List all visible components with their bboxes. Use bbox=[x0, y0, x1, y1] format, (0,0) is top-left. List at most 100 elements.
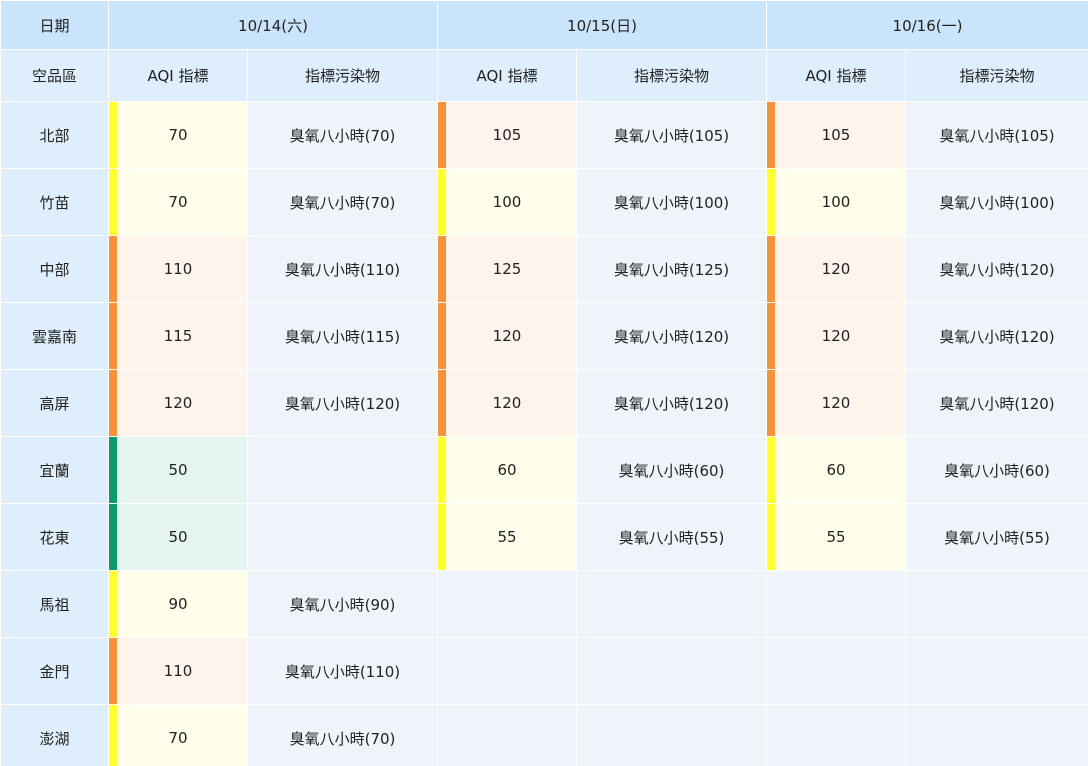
aqi-value-cell: 120 bbox=[766, 302, 906, 370]
aqi-value-cell: 120 bbox=[766, 369, 906, 437]
aqi-level-bar bbox=[438, 102, 446, 168]
date-header-row: 日期 10/14(六) 10/15(日) 10/16(一) bbox=[0, 0, 1088, 50]
aqi-value-cell: 110 bbox=[108, 637, 248, 705]
pollutant-cell bbox=[247, 436, 438, 504]
pollutant-cell: 臭氧八小時(120) bbox=[905, 235, 1088, 303]
aqi-value: 100 bbox=[492, 193, 522, 211]
aqi-level-bar bbox=[109, 437, 117, 503]
aqi-value: 50 bbox=[168, 528, 188, 546]
aqi-value-cell: 120 bbox=[437, 302, 577, 370]
empty-cell bbox=[905, 637, 1088, 705]
aqi-level-bar bbox=[109, 370, 117, 436]
table-row: 竹苗 70 臭氧八小時(70) 100 臭氧八小時(100) 100 臭氧八小時(100) bbox=[0, 168, 1088, 236]
aqi-value: 120 bbox=[163, 394, 193, 412]
aqi-level-bar bbox=[438, 236, 446, 302]
aqi-level-bar bbox=[767, 236, 775, 302]
aqi-level-bar bbox=[109, 571, 117, 637]
aqi-value: 90 bbox=[168, 595, 188, 613]
region-name: 花東 bbox=[0, 503, 109, 571]
aqi-value-cell: 105 bbox=[766, 101, 906, 169]
pollutant-cell: 臭氧八小時(120) bbox=[905, 302, 1088, 370]
region-name: 澎湖 bbox=[0, 704, 109, 766]
pollutant-cell: 臭氧八小時(120) bbox=[247, 369, 438, 437]
pollutant-cell: 臭氧八小時(70) bbox=[247, 101, 438, 169]
column-header-row: 空品區 AQI 指標 指標污染物 AQI 指標 指標污染物 AQI 指標 指標污… bbox=[0, 49, 1088, 102]
region-name: 北部 bbox=[0, 101, 109, 169]
aqi-value-cell: 120 bbox=[766, 235, 906, 303]
region-label: 空品區 bbox=[0, 49, 109, 102]
aqi-value: 70 bbox=[168, 193, 188, 211]
pollutant-cell: 臭氧八小時(105) bbox=[905, 101, 1088, 169]
aqi-value: 70 bbox=[168, 729, 188, 747]
aqi-value-cell: 55 bbox=[437, 503, 577, 571]
aqi-level-bar bbox=[767, 102, 775, 168]
aqi-level-bar bbox=[109, 102, 117, 168]
empty-cell bbox=[576, 637, 767, 705]
pollutant-cell: 臭氧八小時(100) bbox=[576, 168, 767, 236]
aqi-level-bar bbox=[767, 169, 775, 235]
pollutant-cell: 臭氧八小時(70) bbox=[247, 168, 438, 236]
aqi-value: 70 bbox=[168, 126, 188, 144]
pollutant-cell: 臭氧八小時(120) bbox=[576, 302, 767, 370]
pollutant-cell: 臭氧八小時(125) bbox=[576, 235, 767, 303]
aqi-value-cell: 70 bbox=[108, 168, 248, 236]
aqi-value-cell: 120 bbox=[437, 369, 577, 437]
table-row: 馬祖 90 臭氧八小時(90) bbox=[0, 570, 1088, 638]
pollutant-cell: 臭氧八小時(60) bbox=[576, 436, 767, 504]
aqi-level-bar bbox=[109, 638, 117, 704]
aqi-value: 105 bbox=[821, 126, 851, 144]
aqi-forecast-table: 日期 10/14(六) 10/15(日) 10/16(一) 空品區 AQI 指標… bbox=[0, 0, 1088, 766]
aqi-value-cell: 70 bbox=[108, 704, 248, 766]
aqi-value-cell: 50 bbox=[108, 503, 248, 571]
pollutant-cell: 臭氧八小時(100) bbox=[905, 168, 1088, 236]
aqi-value: 120 bbox=[821, 260, 851, 278]
pollutant-header-day3: 指標污染物 bbox=[905, 49, 1088, 102]
aqi-value-cell: 90 bbox=[108, 570, 248, 638]
region-name: 中部 bbox=[0, 235, 109, 303]
aqi-value: 120 bbox=[492, 327, 522, 345]
pollutant-cell: 臭氧八小時(70) bbox=[247, 704, 438, 766]
aqi-value: 120 bbox=[821, 327, 851, 345]
aqi-value: 115 bbox=[163, 327, 193, 345]
aqi-level-bar bbox=[438, 303, 446, 369]
aqi-value-cell: 110 bbox=[108, 235, 248, 303]
aqi-level-bar bbox=[767, 370, 775, 436]
aqi-level-bar bbox=[109, 236, 117, 302]
empty-cell bbox=[576, 704, 767, 766]
aqi-level-bar bbox=[109, 504, 117, 570]
pollutant-header-day2: 指標污染物 bbox=[576, 49, 767, 102]
pollutant-header-day1: 指標污染物 bbox=[247, 49, 438, 102]
aqi-value-cell: 125 bbox=[437, 235, 577, 303]
aqi-level-bar bbox=[767, 437, 775, 503]
day-header-3: 10/16(一) bbox=[766, 0, 1088, 50]
aqi-value-cell: 50 bbox=[108, 436, 248, 504]
aqi-value-cell: 60 bbox=[766, 436, 906, 504]
aqi-value-cell: 100 bbox=[766, 168, 906, 236]
pollutant-cell: 臭氧八小時(110) bbox=[247, 637, 438, 705]
pollutant-cell: 臭氧八小時(60) bbox=[905, 436, 1088, 504]
aqi-value: 120 bbox=[492, 394, 522, 412]
aqi-value: 50 bbox=[168, 461, 188, 479]
table-row: 宜蘭 50 60 臭氧八小時(60) 60 臭氧八小時(60) bbox=[0, 436, 1088, 504]
aqi-header-day2: AQI 指標 bbox=[437, 49, 577, 102]
empty-cell bbox=[905, 704, 1088, 766]
aqi-value: 110 bbox=[163, 260, 193, 278]
region-name: 高屏 bbox=[0, 369, 109, 437]
day-header-2: 10/15(日) bbox=[437, 0, 767, 50]
aqi-value: 120 bbox=[821, 394, 851, 412]
aqi-value: 60 bbox=[497, 461, 517, 479]
pollutant-cell: 臭氧八小時(55) bbox=[905, 503, 1088, 571]
aqi-header-day3: AQI 指標 bbox=[766, 49, 906, 102]
pollutant-cell: 臭氧八小時(115) bbox=[247, 302, 438, 370]
aqi-level-bar bbox=[438, 169, 446, 235]
aqi-level-bar bbox=[109, 169, 117, 235]
aqi-value-cell: 120 bbox=[108, 369, 248, 437]
aqi-level-bar bbox=[109, 303, 117, 369]
region-name: 雲嘉南 bbox=[0, 302, 109, 370]
day-header-1: 10/14(六) bbox=[108, 0, 438, 50]
region-name: 金門 bbox=[0, 637, 109, 705]
empty-cell bbox=[437, 637, 577, 705]
aqi-value-cell: 105 bbox=[437, 101, 577, 169]
pollutant-cell: 臭氧八小時(110) bbox=[247, 235, 438, 303]
aqi-level-bar bbox=[767, 303, 775, 369]
